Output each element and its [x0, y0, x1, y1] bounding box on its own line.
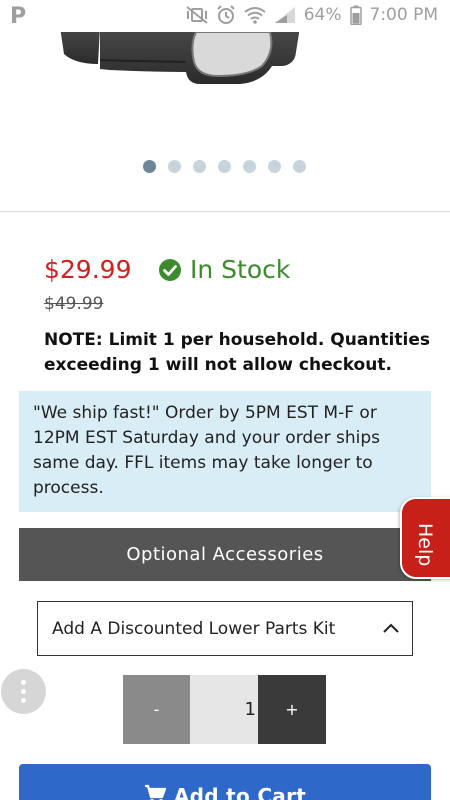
- section-divider: [0, 211, 450, 212]
- carousel-dot-active[interactable]: [143, 160, 156, 173]
- alarm-icon: [216, 5, 235, 24]
- help-label: Help: [414, 523, 436, 567]
- original-price: $49.99: [44, 294, 104, 314]
- product-image[interactable]: [0, 32, 450, 120]
- status-bar: P 64% 7:00 PM: [0, 0, 450, 32]
- select-value: Add A Discounted Lower Parts Kit: [52, 618, 336, 639]
- purchase-limit-note: NOTE: Limit 1 per household. Quantities …: [44, 330, 430, 375]
- stock-status: In Stock: [158, 255, 290, 284]
- carousel-dot[interactable]: [243, 160, 256, 173]
- more-vertical-icon: [21, 680, 26, 703]
- clock: 7:00 PM: [369, 5, 439, 25]
- carousel-dot[interactable]: [168, 160, 181, 173]
- chevron-up-icon: [383, 623, 399, 633]
- cell-signal-icon: [274, 7, 295, 23]
- carousel-dot[interactable]: [293, 160, 306, 173]
- quantity-input[interactable]: 1: [190, 675, 258, 744]
- product-price: $29.99: [44, 255, 132, 284]
- app-notification-icon: P: [10, 4, 27, 29]
- lower-parts-kit-select[interactable]: Add A Discounted Lower Parts Kit: [37, 601, 413, 656]
- status-icons: 64% 7:00 PM: [186, 5, 438, 25]
- wifi-icon: [244, 7, 266, 24]
- add-to-cart-label: Add to Cart: [173, 784, 307, 800]
- carousel-dot[interactable]: [268, 160, 281, 173]
- shipping-notice: "We ship fast!" Order by 5PM EST M-F or …: [19, 391, 431, 512]
- more-options-button[interactable]: [1, 669, 46, 714]
- carousel-dot[interactable]: [193, 160, 206, 173]
- shopping-cart-icon: [144, 784, 166, 800]
- product-image-graphic: [58, 32, 300, 84]
- add-to-cart-button[interactable]: Add to Cart: [19, 764, 431, 800]
- optional-accessories-header[interactable]: Optional Accessories: [19, 528, 431, 581]
- battery-icon: [349, 5, 362, 25]
- quantity-decrease-button[interactable]: -: [123, 675, 190, 744]
- carousel-dot[interactable]: [218, 160, 231, 173]
- vibrate-mute-icon: [186, 6, 208, 24]
- check-circle-icon: [159, 258, 181, 281]
- help-button[interactable]: Help: [400, 497, 450, 579]
- quantity-increase-button[interactable]: +: [258, 675, 326, 744]
- stock-status-label: In Stock: [190, 255, 291, 284]
- carousel-indicators: [143, 160, 306, 173]
- battery-percent: 64%: [303, 5, 342, 25]
